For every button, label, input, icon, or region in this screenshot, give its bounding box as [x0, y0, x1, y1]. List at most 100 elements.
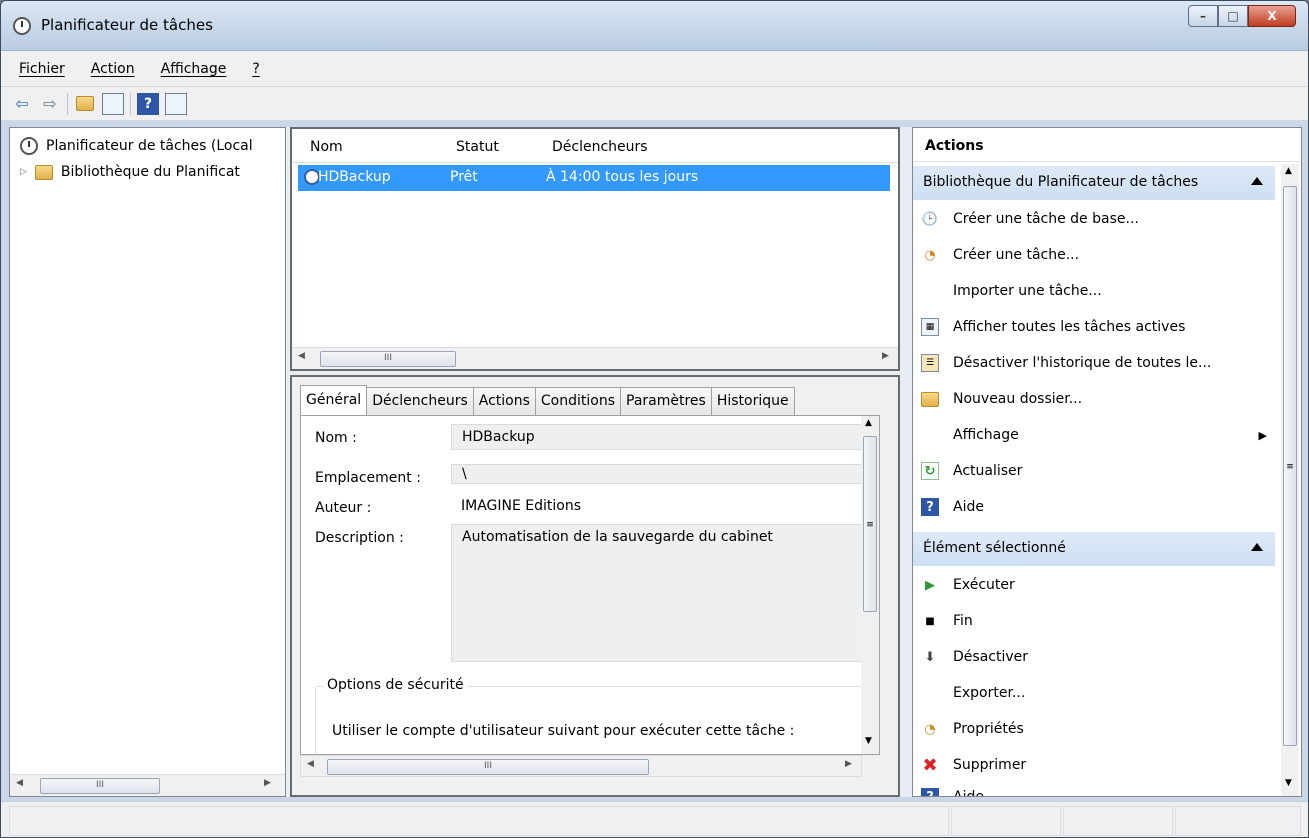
show-action-pane-button[interactable]	[165, 92, 187, 115]
action-import-task[interactable]: · Importer une tâche...	[921, 276, 1102, 306]
action-label: Propriétés	[953, 721, 1024, 737]
task-list-horizontal-scrollbar[interactable]: ◀ III ▶	[292, 347, 898, 369]
toolbar-separator	[130, 92, 131, 115]
tree-item-root[interactable]: Planificateur de tâches (Local	[20, 134, 253, 158]
tab-actions[interactable]: Actions	[472, 387, 536, 415]
description-field[interactable]: Automatisation de la sauvegarde du cabin…	[451, 524, 879, 662]
scroll-right-icon[interactable]: ▶	[882, 351, 889, 361]
scroll-thumb[interactable]: ≡	[863, 436, 877, 612]
task-list: Nom Statut Déclencheurs HDBackup Prêt À …	[290, 127, 900, 371]
scroll-down-icon[interactable]: ▼	[865, 736, 872, 746]
help-icon: ?	[921, 498, 939, 516]
scroll-thumb[interactable]: ≡	[1283, 186, 1297, 746]
status-cell	[1063, 806, 1173, 836]
section-library-header[interactable]: Bibliothèque du Planificateur de tâches	[913, 166, 1275, 200]
action-disable-history[interactable]: ☰ Désactiver l'historique de toutes le..…	[921, 348, 1211, 378]
action-create-task[interactable]: ◔ Créer une tâche...	[921, 240, 1079, 270]
action-label: Aide	[953, 499, 984, 515]
action-create-basic-task[interactable]: 🕒 Créer une tâche de base...	[921, 204, 1139, 234]
scroll-thumb[interactable]: III	[327, 759, 649, 775]
tree-item-library[interactable]: ▷ Bibliothèque du Planificat	[20, 160, 240, 184]
up-folder-button[interactable]	[74, 93, 96, 115]
tab-general[interactable]: Général	[300, 385, 368, 415]
help-button[interactable]: ?	[137, 92, 159, 115]
action-help-selected[interactable]: ? Aide	[921, 782, 984, 796]
actions-vertical-scrollbar[interactable]: ▲ ≡ ▼	[1281, 164, 1299, 796]
scroll-thumb[interactable]: III	[40, 778, 160, 794]
action-export[interactable]: · Exporter...	[921, 678, 1025, 708]
author-label: Auteur :	[315, 500, 372, 516]
action-view[interactable]: · Affichage ▶	[921, 420, 1267, 450]
clock-icon	[13, 17, 31, 35]
back-button[interactable]: ⇦	[11, 93, 33, 115]
action-new-folder[interactable]: Nouveau dossier...	[921, 384, 1082, 414]
details-vertical-scrollbar[interactable]: ▲ ≡ ▼	[861, 416, 879, 754]
actions-pane: Actions Bibliothèque du Planificateur de…	[912, 127, 1302, 797]
tree-item-label: Bibliothèque du Planificat	[60, 164, 240, 180]
expand-icon[interactable]: ▷	[20, 167, 27, 177]
menu-affichage[interactable]: Affichage	[161, 61, 227, 77]
create-task-icon: ◔	[924, 247, 936, 263]
action-end[interactable]: ■ Fin	[921, 606, 973, 636]
scroll-up-icon[interactable]: ▲	[865, 418, 872, 428]
column-nom[interactable]: Nom	[310, 139, 343, 155]
folder-clock-icon	[34, 164, 53, 180]
action-label: Supprimer	[953, 757, 1027, 773]
scroll-left-icon[interactable]: ◀	[307, 759, 314, 769]
action-show-running-tasks[interactable]: ▦ Afficher toutes les tâches actives	[921, 312, 1185, 342]
tab-parametres[interactable]: Paramètres	[620, 387, 712, 415]
column-statut[interactable]: Statut	[456, 139, 499, 155]
help-icon: ?	[921, 788, 939, 796]
menu-fichier[interactable]: Fichier	[19, 61, 65, 77]
action-label: Importer une tâche...	[953, 283, 1102, 299]
action-disable[interactable]: ⬇ Désactiver	[921, 642, 1028, 672]
scroll-down-icon[interactable]: ▼	[1285, 778, 1292, 788]
scroll-left-icon[interactable]: ◀	[16, 778, 23, 788]
tree-item-label: Planificateur de tâches (Local	[46, 138, 253, 154]
task-trigger: À 14:00 tous les jours	[546, 169, 699, 185]
action-label: Fin	[953, 613, 973, 629]
scroll-right-icon[interactable]: ▶	[264, 778, 271, 788]
run-icon: ▶	[925, 577, 935, 593]
name-field[interactable]: HDBackup	[451, 424, 879, 450]
tree-horizontal-scrollbar[interactable]: ◀ III ▶	[10, 774, 285, 796]
details-horizontal-scrollbar[interactable]: ◀ III ▶	[300, 755, 862, 777]
collapse-icon[interactable]	[1251, 177, 1263, 185]
action-run[interactable]: ▶ Exécuter	[921, 570, 1015, 600]
task-name: HDBackup	[318, 169, 391, 185]
security-account-text: Utiliser le compte d'utilisateur suivant…	[332, 723, 795, 739]
close-button[interactable]: X	[1248, 5, 1296, 27]
section-selected-item-header[interactable]: Élément sélectionné	[913, 532, 1275, 566]
maximize-button[interactable]: □	[1218, 5, 1248, 27]
details-tabs: Général Déclencheurs Actions Conditions …	[300, 385, 795, 415]
tab-historique[interactable]: Historique	[710, 387, 795, 415]
tab-conditions[interactable]: Conditions	[534, 387, 622, 415]
tab-declencheurs[interactable]: Déclencheurs	[366, 387, 474, 415]
action-delete[interactable]: ✖ Supprimer	[921, 750, 1026, 780]
minimize-button[interactable]: –	[1188, 5, 1218, 27]
stop-icon: ■	[925, 615, 935, 627]
status-cell-main	[9, 806, 949, 836]
task-row-hdbackup[interactable]: HDBackup Prêt À 14:00 tous les jours	[298, 165, 890, 191]
action-properties[interactable]: ◔ Propriétés	[921, 714, 1024, 744]
scroll-left-icon[interactable]: ◀	[298, 351, 305, 361]
collapse-icon[interactable]	[1251, 543, 1263, 551]
location-field[interactable]: \	[451, 464, 879, 484]
show-tree-button[interactable]	[102, 92, 124, 115]
scroll-thumb[interactable]: III	[320, 351, 456, 367]
menu-help[interactable]: ?	[252, 61, 259, 77]
app-window: Planificateur de tâches – □ X Fichier Ac…	[0, 0, 1309, 838]
menu-action[interactable]: Action	[91, 61, 135, 77]
forward-button[interactable]: ⇨	[39, 93, 61, 115]
scroll-right-icon[interactable]: ▶	[845, 759, 852, 769]
author-value: IMAGINE Editions	[461, 498, 582, 514]
submenu-arrow-icon: ▶	[1258, 428, 1267, 442]
disable-icon: ⬇	[924, 649, 936, 665]
scroll-up-icon[interactable]: ▲	[1285, 166, 1292, 176]
title-bar[interactable]: Planificateur de tâches – □ X	[1, 1, 1308, 51]
action-refresh[interactable]: ↻ Actualiser	[921, 456, 1022, 486]
description-label: Description :	[315, 530, 404, 546]
column-declencheurs[interactable]: Déclencheurs	[552, 139, 648, 155]
action-help[interactable]: ? Aide	[921, 492, 984, 522]
navigation-tree: Planificateur de tâches (Local ▷ Bibliot…	[9, 127, 286, 797]
